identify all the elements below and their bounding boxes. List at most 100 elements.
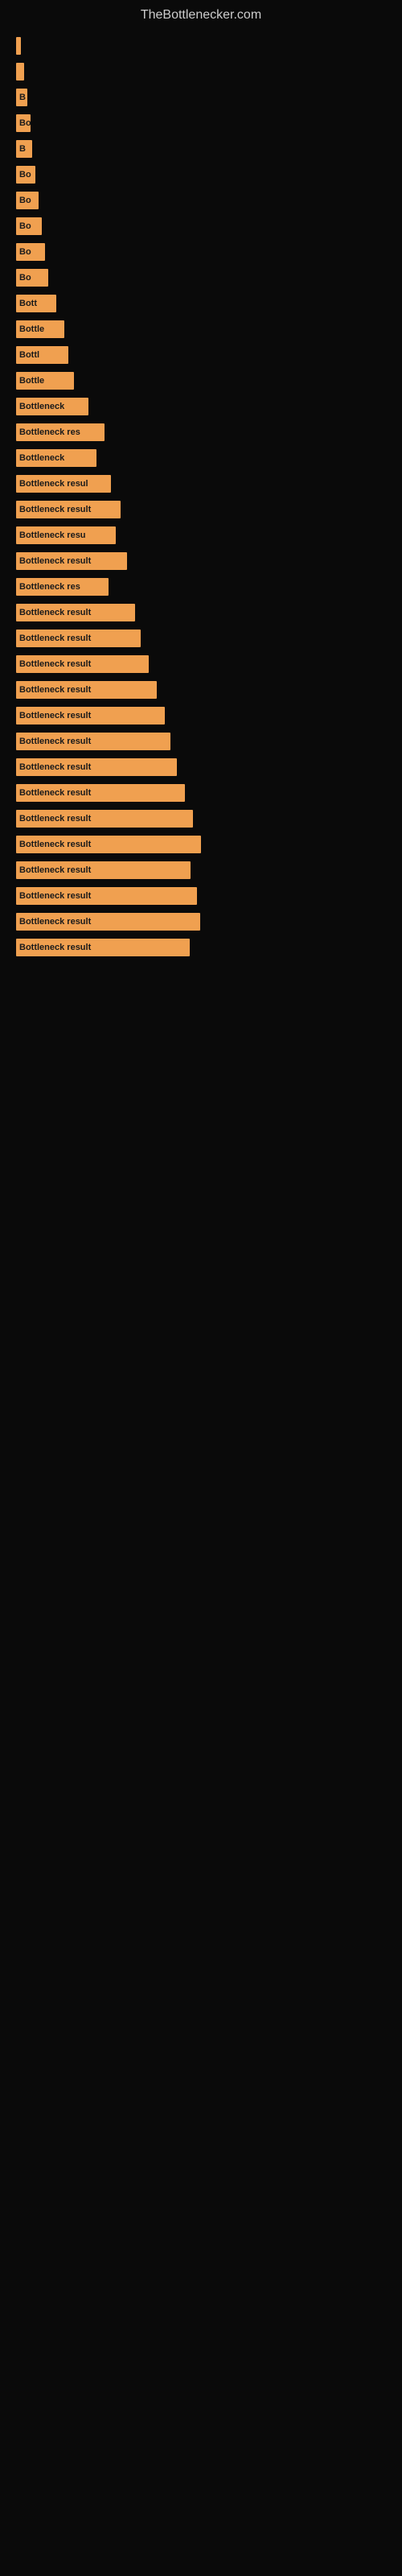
bar-row: Bottleneck result — [16, 498, 386, 521]
bar: Bottleneck result — [16, 552, 127, 570]
bar-row: Bottleneck result — [16, 601, 386, 624]
bar: Bottleneck result — [16, 887, 197, 905]
bar-label: Bottleneck result — [19, 814, 91, 824]
bar-label: Bottleneck resul — [19, 479, 88, 489]
bar-row: Bottleneck result — [16, 833, 386, 856]
bar: Bo — [16, 269, 48, 287]
bar-row: B — [16, 138, 386, 160]
bar-row: Bo — [16, 112, 386, 134]
bar-row: Bottleneck result — [16, 704, 386, 727]
bar-row: Bottleneck result — [16, 627, 386, 650]
bar-row: Bottleneck — [16, 447, 386, 469]
bar: B — [16, 89, 27, 106]
bar: Bottleneck result — [16, 810, 193, 828]
bar-row: Bottleneck resu — [16, 524, 386, 547]
bar-label: Bottleneck result — [19, 762, 91, 772]
bar-row: Bottleneck result — [16, 730, 386, 753]
bar — [16, 63, 24, 80]
bar-label: Bottleneck result — [19, 737, 91, 746]
bar-row: Bottleneck result — [16, 679, 386, 701]
bar-row: Bottleneck result — [16, 653, 386, 675]
bar: Bottleneck result — [16, 836, 201, 853]
bar-row: Bottleneck resul — [16, 473, 386, 495]
bar: Bottl — [16, 346, 68, 364]
bar: Bottleneck result — [16, 733, 170, 750]
bar-label: Bottle — [19, 324, 44, 334]
bar-label: B — [19, 93, 26, 102]
bar-label: Bottleneck result — [19, 556, 91, 566]
bar-label: Bott — [19, 299, 37, 308]
bar-label: Bottleneck result — [19, 608, 91, 617]
bar-row: Bo — [16, 215, 386, 237]
bar-row: Bottleneck result — [16, 756, 386, 778]
bar-row: Bottleneck res — [16, 421, 386, 444]
bar-label: Bottleneck result — [19, 711, 91, 720]
bar-row: Bo — [16, 163, 386, 186]
bar-row: Bottleneck result — [16, 936, 386, 959]
bar-label: Bottleneck result — [19, 685, 91, 695]
bar: Bo — [16, 114, 31, 132]
bar-label: Bottleneck — [19, 453, 64, 463]
bar: Bottleneck result — [16, 501, 121, 518]
bar: Bottleneck — [16, 398, 88, 415]
bar: B — [16, 140, 32, 158]
bar: Bottleneck — [16, 449, 96, 467]
bar-label: Bottleneck resu — [19, 530, 86, 540]
bar-row — [16, 35, 386, 57]
bar-row: Bottle — [16, 369, 386, 392]
bar: Bottleneck result — [16, 758, 177, 776]
bar-row: Bo — [16, 241, 386, 263]
bar-label: Bottleneck result — [19, 943, 91, 952]
bar-label: Bottleneck result — [19, 788, 91, 798]
bar: Bottleneck result — [16, 604, 135, 621]
bar-row: Bottleneck result — [16, 859, 386, 881]
bar-label: Bottleneck result — [19, 634, 91, 643]
bar-label: Bo — [19, 196, 31, 205]
bar-row: Bottleneck result — [16, 910, 386, 933]
bar-row: Bott — [16, 292, 386, 315]
bar: Bottle — [16, 320, 64, 338]
bar-row: Bo — [16, 189, 386, 212]
bar-label: Bottleneck result — [19, 891, 91, 901]
bar: Bottleneck res — [16, 578, 109, 596]
bar-label: Bo — [19, 273, 31, 283]
bar: Bottleneck result — [16, 913, 200, 931]
bar: Bottleneck result — [16, 630, 141, 647]
bar-row: B — [16, 86, 386, 109]
bars-container: B Bo B Bo Bo Bo Bo Bo Bott Bottle Bottl Bottle Bottl… — [0, 27, 402, 970]
bar-label: Bottleneck result — [19, 505, 91, 514]
site-title: TheBottlenecker.com — [0, 0, 402, 27]
bar-row — [16, 60, 386, 83]
bar: Bo — [16, 166, 35, 184]
bar-label: Bottleneck result — [19, 865, 91, 875]
bar-label: Bottleneck result — [19, 840, 91, 849]
bar-row: Bottleneck result — [16, 550, 386, 572]
bar: Bo — [16, 192, 39, 209]
bar-row: Bottle — [16, 318, 386, 341]
bar-row: Bottleneck result — [16, 885, 386, 907]
bar: Bottleneck result — [16, 681, 157, 699]
bar — [16, 37, 21, 55]
bar-label: Bottleneck res — [19, 582, 80, 592]
bar-label: Bo — [19, 118, 31, 128]
bar-row: Bottl — [16, 344, 386, 366]
bar: Bott — [16, 295, 56, 312]
bar-label: Bo — [19, 221, 31, 231]
bar: Bo — [16, 243, 45, 261]
bar: Bottleneck resul — [16, 475, 111, 493]
bar-label: Bottleneck result — [19, 917, 91, 927]
bar-row: Bo — [16, 266, 386, 289]
bar-label: Bottle — [19, 376, 44, 386]
bar: Bottleneck resu — [16, 526, 116, 544]
bar-row: Bottleneck — [16, 395, 386, 418]
bar: Bottleneck result — [16, 655, 149, 673]
bar-label: Bottleneck — [19, 402, 64, 411]
bar-row: Bottleneck res — [16, 576, 386, 598]
bar: Bottleneck result — [16, 707, 165, 724]
bar-label: Bottl — [19, 350, 39, 360]
bar: Bottleneck result — [16, 861, 191, 879]
bar-label: Bo — [19, 247, 31, 257]
bar: Bottleneck result — [16, 939, 190, 956]
bar: Bo — [16, 217, 42, 235]
bar-label: Bottleneck result — [19, 659, 91, 669]
